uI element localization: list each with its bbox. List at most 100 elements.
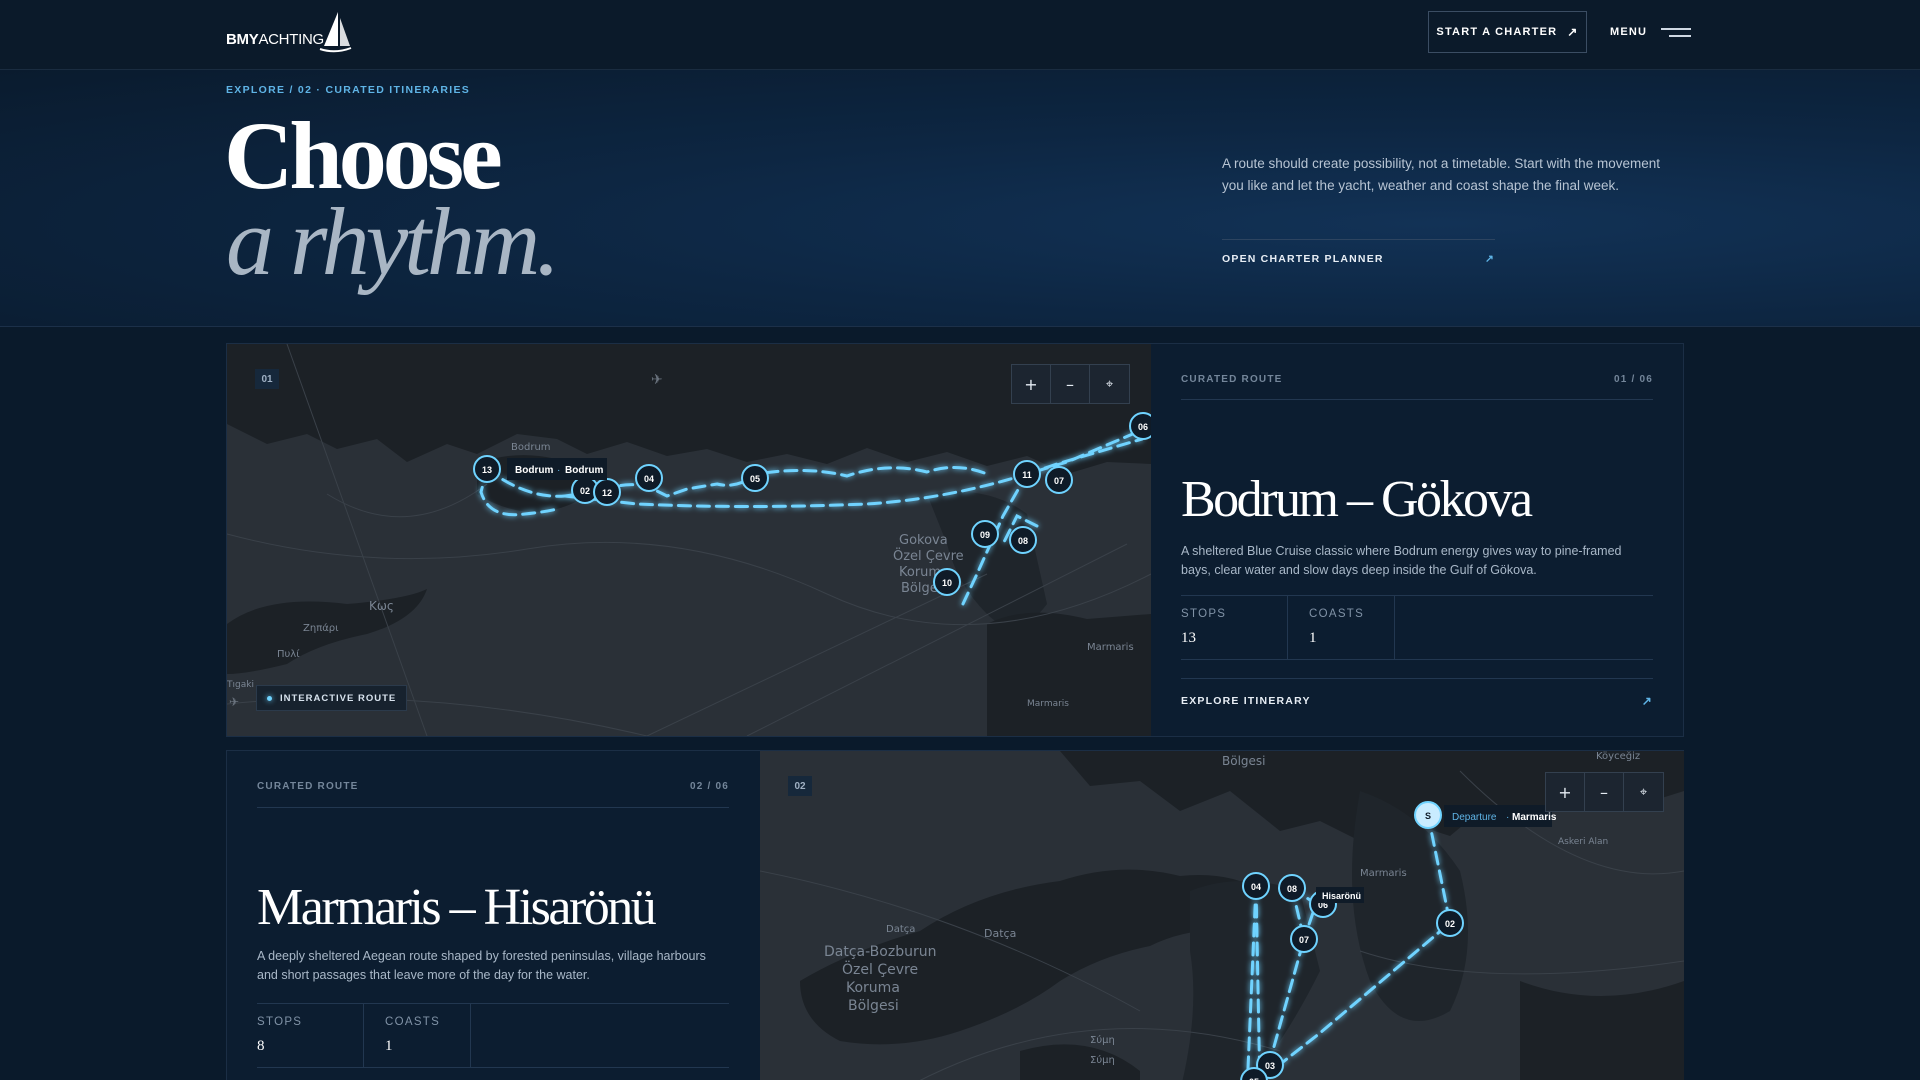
svg-text:Bodrum: Bodrum (565, 465, 603, 476)
svg-text:Hisarönü: Hisarönü (1322, 891, 1361, 901)
place-label: Tıgaki (227, 680, 254, 690)
route-stop-04[interactable]: 04 (635, 464, 663, 492)
stat-label: STOPS (257, 1016, 303, 1028)
map-zoom-controls: + – ⌖ (1011, 364, 1130, 404)
route-card-marmaris-hisaronu: CURATED ROUTE 02 / 06 Marmaris – Hisarön… (226, 750, 1684, 1080)
stat-value: 1 (385, 1038, 393, 1054)
compass-icon[interactable]: ⌖ (1624, 773, 1663, 811)
svg-text:12: 12 (602, 488, 612, 498)
brand-logo[interactable]: BMYACHTING (226, 8, 352, 58)
svg-text:13: 13 (482, 465, 492, 475)
place-label-marmaris: Marmaris (1360, 868, 1407, 879)
route-description: A deeply sheltered Aegean route shaped b… (257, 949, 706, 982)
route-stop-start[interactable]: S (1414, 801, 1442, 829)
place-label: Bölgesi (1222, 754, 1266, 768)
stat-value: 1 (1309, 630, 1317, 646)
svg-text:07: 07 (1054, 476, 1064, 486)
route-counter: 02 / 06 (690, 781, 729, 792)
svg-text:S: S (1425, 811, 1431, 821)
svg-text:02: 02 (580, 486, 590, 496)
svg-text:07: 07 (1299, 935, 1309, 945)
svg-text:05: 05 (750, 474, 760, 484)
zoom-out-button[interactable]: – (1585, 773, 1624, 811)
open-charter-planner-link[interactable]: OPEN CHARTER PLANNER ↗ (1222, 253, 1495, 265)
route-stop-11[interactable]: 11 (1013, 460, 1041, 488)
stat-label: STOPS (1181, 608, 1227, 620)
stat-value: 8 (257, 1038, 265, 1054)
start-charter-button[interactable]: START A CHARTER ↗ (1428, 11, 1587, 53)
place-label: Koruma (846, 980, 900, 996)
route-tooltip: Departure · Marmaris (1444, 805, 1557, 827)
route-stats: STOPS 13 COASTS 1 (1181, 595, 1653, 660)
divider (257, 807, 729, 808)
hero-description: A route should create possibility, not a… (1222, 156, 1660, 193)
svg-text:04: 04 (644, 474, 654, 484)
hamburger-icon (1661, 26, 1692, 38)
svg-text:·: · (557, 465, 560, 476)
compass-icon[interactable]: ⌖ (1090, 365, 1129, 403)
zoom-out-button[interactable]: – (1051, 365, 1090, 403)
place-label: Askeri Alan (1558, 837, 1608, 847)
zoom-in-button[interactable]: + (1012, 365, 1051, 403)
route-stop-08[interactable]: 08 (1009, 526, 1037, 554)
hero-section: EXPLORE / 02 · CURATED ITINERARIES Choos… (0, 70, 1920, 327)
route-stop-06[interactable]: 06 (1129, 412, 1151, 440)
route-stop-02[interactable]: 02 (1436, 909, 1464, 937)
menu-label: MENU (1610, 26, 1648, 38)
route-stop-12[interactable]: 12 (593, 478, 621, 506)
place-label: Özel Çevre (893, 547, 964, 564)
stat-stops: STOPS 13 (1181, 596, 1288, 659)
zoom-in-button[interactable]: + (1546, 773, 1585, 811)
route-stop-05[interactable]: 05 (741, 464, 769, 492)
map-index-badge: 02 (788, 776, 812, 796)
place-label: Πυλί (277, 648, 300, 660)
route-stop-08[interactable]: 08 (1278, 874, 1306, 902)
route-counter: 01 / 06 (1614, 374, 1653, 385)
place-label: Ζηπάρι (303, 622, 339, 634)
route-map-2[interactable]: Bölgesi Köyceğiz Marmaris Askeri Alan Da… (760, 751, 1684, 1080)
place-label: Datça (886, 924, 915, 935)
divider (1222, 239, 1495, 240)
svg-text:02: 02 (1445, 919, 1455, 929)
divider (1181, 678, 1653, 679)
route-info-panel: CURATED ROUTE 02 / 06 Marmaris – Hisarön… (227, 751, 759, 1080)
place-label: Marmaris (1027, 699, 1069, 709)
svg-text:03: 03 (1265, 1061, 1275, 1071)
svg-text:Marmaris: Marmaris (1512, 812, 1557, 823)
start-charter-label: START A CHARTER (1436, 26, 1558, 38)
planner-label: OPEN CHARTER PLANNER (1222, 253, 1384, 265)
place-label: Datça (984, 927, 1016, 940)
place-label-marmaris: Marmaris (1087, 642, 1134, 653)
svg-text:11: 11 (1022, 470, 1032, 480)
place-label: Köyceğiz (1596, 751, 1640, 762)
svg-text:09: 09 (980, 530, 990, 540)
map-index-badge: 01 (255, 369, 279, 389)
route-stop-04[interactable]: 04 (1242, 872, 1270, 900)
route-stop-10[interactable]: 10 (933, 568, 961, 596)
stat-label: COASTS (1309, 608, 1365, 620)
svg-text:04: 04 (1251, 882, 1261, 892)
route-stats: STOPS 8 COASTS 1 (257, 1003, 729, 1068)
interactive-route-label: INTERACTIVE ROUTE (280, 692, 397, 704)
route-title: Marmaris – Hisarönü (257, 879, 657, 936)
stat-stops: STOPS 8 (257, 1004, 364, 1067)
route-stop-07[interactable]: 07 (1045, 466, 1073, 494)
arrow-up-right-icon: ↗ (1567, 25, 1579, 39)
route-description: A sheltered Blue Cruise classic where Bo… (1181, 544, 1622, 577)
route-stop-13[interactable]: 13 (473, 455, 501, 483)
stat-coasts: COASTS 1 (364, 1004, 471, 1067)
breadcrumb: EXPLORE / 02 · CURATED ITINERARIES (226, 84, 471, 96)
menu-button[interactable]: MENU (1610, 20, 1692, 44)
explore-itinerary-link[interactable]: EXPLORE ITINERARY ↗ (1181, 694, 1653, 708)
svg-text:06: 06 (1138, 422, 1148, 432)
top-navigation: BMYACHTING START A CHARTER ↗ MENU (0, 0, 1920, 70)
route-map-1[interactable]: Bodrum Gokova Özel Çevre Koruma Bölgesi … (227, 344, 1151, 736)
map-zoom-controls: + – ⌖ (1545, 772, 1664, 812)
route-stop-09[interactable]: 09 (971, 520, 999, 548)
place-label: Özel Çevre (842, 960, 918, 978)
stat-label: COASTS (385, 1016, 441, 1028)
place-label: Bölgesi (848, 998, 899, 1014)
route-tooltip: Bodrum · Bodrum (507, 458, 607, 480)
route-stop-07[interactable]: 07 (1290, 925, 1318, 953)
stat-coasts: COASTS 1 (1288, 596, 1395, 659)
